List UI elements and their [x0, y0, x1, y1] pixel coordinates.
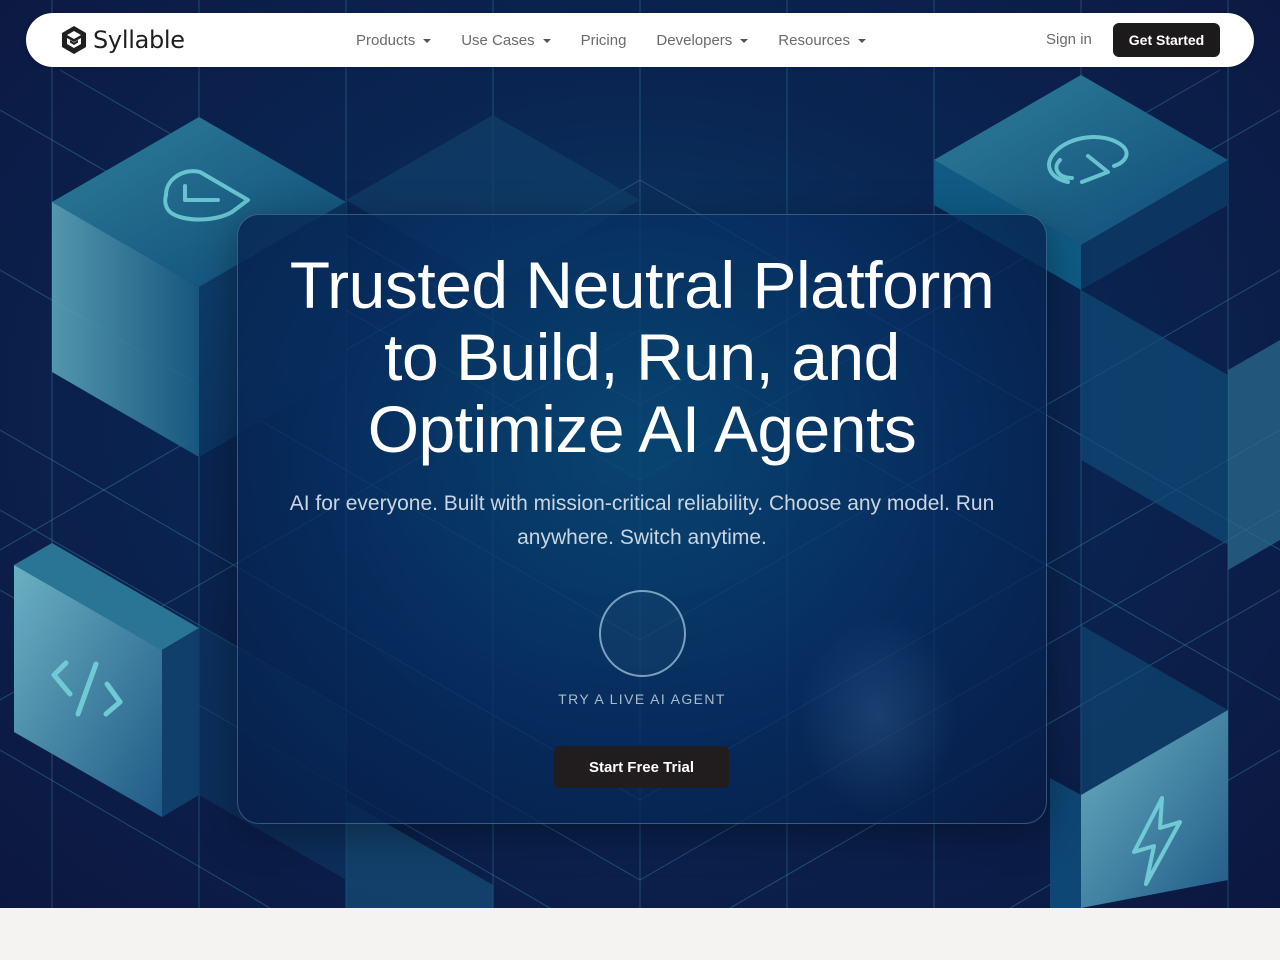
- nav-item-products[interactable]: Products: [356, 31, 432, 49]
- hero-subtitle: AI for everyone. Built with mission-crit…: [289, 492, 995, 549]
- card-glow: [798, 615, 958, 815]
- live-agent-button[interactable]: [599, 590, 686, 677]
- nav-item-label: Resources: [778, 31, 850, 49]
- nav-links: Products Use Cases Pricing Developers Re…: [356, 13, 896, 67]
- live-agent-label[interactable]: TRY A LIVE AI AGENT: [238, 691, 1046, 707]
- next-section: [0, 908, 1280, 960]
- nav-item-developers[interactable]: Developers: [656, 31, 749, 49]
- nav-item-resources[interactable]: Resources: [778, 32, 866, 49]
- start-free-trial-button[interactable]: Start Free Trial: [554, 746, 729, 788]
- code-cube: [14, 543, 199, 817]
- sign-in-link[interactable]: Sign in: [1046, 31, 1092, 48]
- nav-item-label: Developers: [656, 31, 733, 49]
- nav-item-label: Pricing: [580, 31, 627, 49]
- nav-item-use-cases[interactable]: Use Cases: [461, 31, 551, 49]
- nav-item-label: Use Cases: [461, 31, 535, 49]
- chevron-down-icon: [858, 38, 866, 43]
- brand-name: Syllable: [93, 26, 185, 54]
- get-started-button[interactable]: Get Started: [1113, 23, 1220, 57]
- chevron-down-icon: [542, 38, 551, 43]
- nav-item-pricing[interactable]: Pricing: [581, 32, 627, 49]
- top-navbar: Syllable Products Use Cases Pricing Deve…: [26, 13, 1254, 67]
- chevron-down-icon: [740, 38, 749, 43]
- syllable-logo-icon: [62, 26, 86, 54]
- hero-section: Syllable Products Use Cases Pricing Deve…: [0, 0, 1280, 908]
- brand-logo[interactable]: Syllable: [60, 25, 185, 55]
- hero-title: Trusted Neutral Platform to Build, Run, …: [289, 248, 995, 466]
- chevron-down-icon: [423, 38, 432, 43]
- hero-card: Trusted Neutral Platform to Build, Run, …: [237, 214, 1047, 824]
- nav-item-label: Products: [356, 31, 416, 49]
